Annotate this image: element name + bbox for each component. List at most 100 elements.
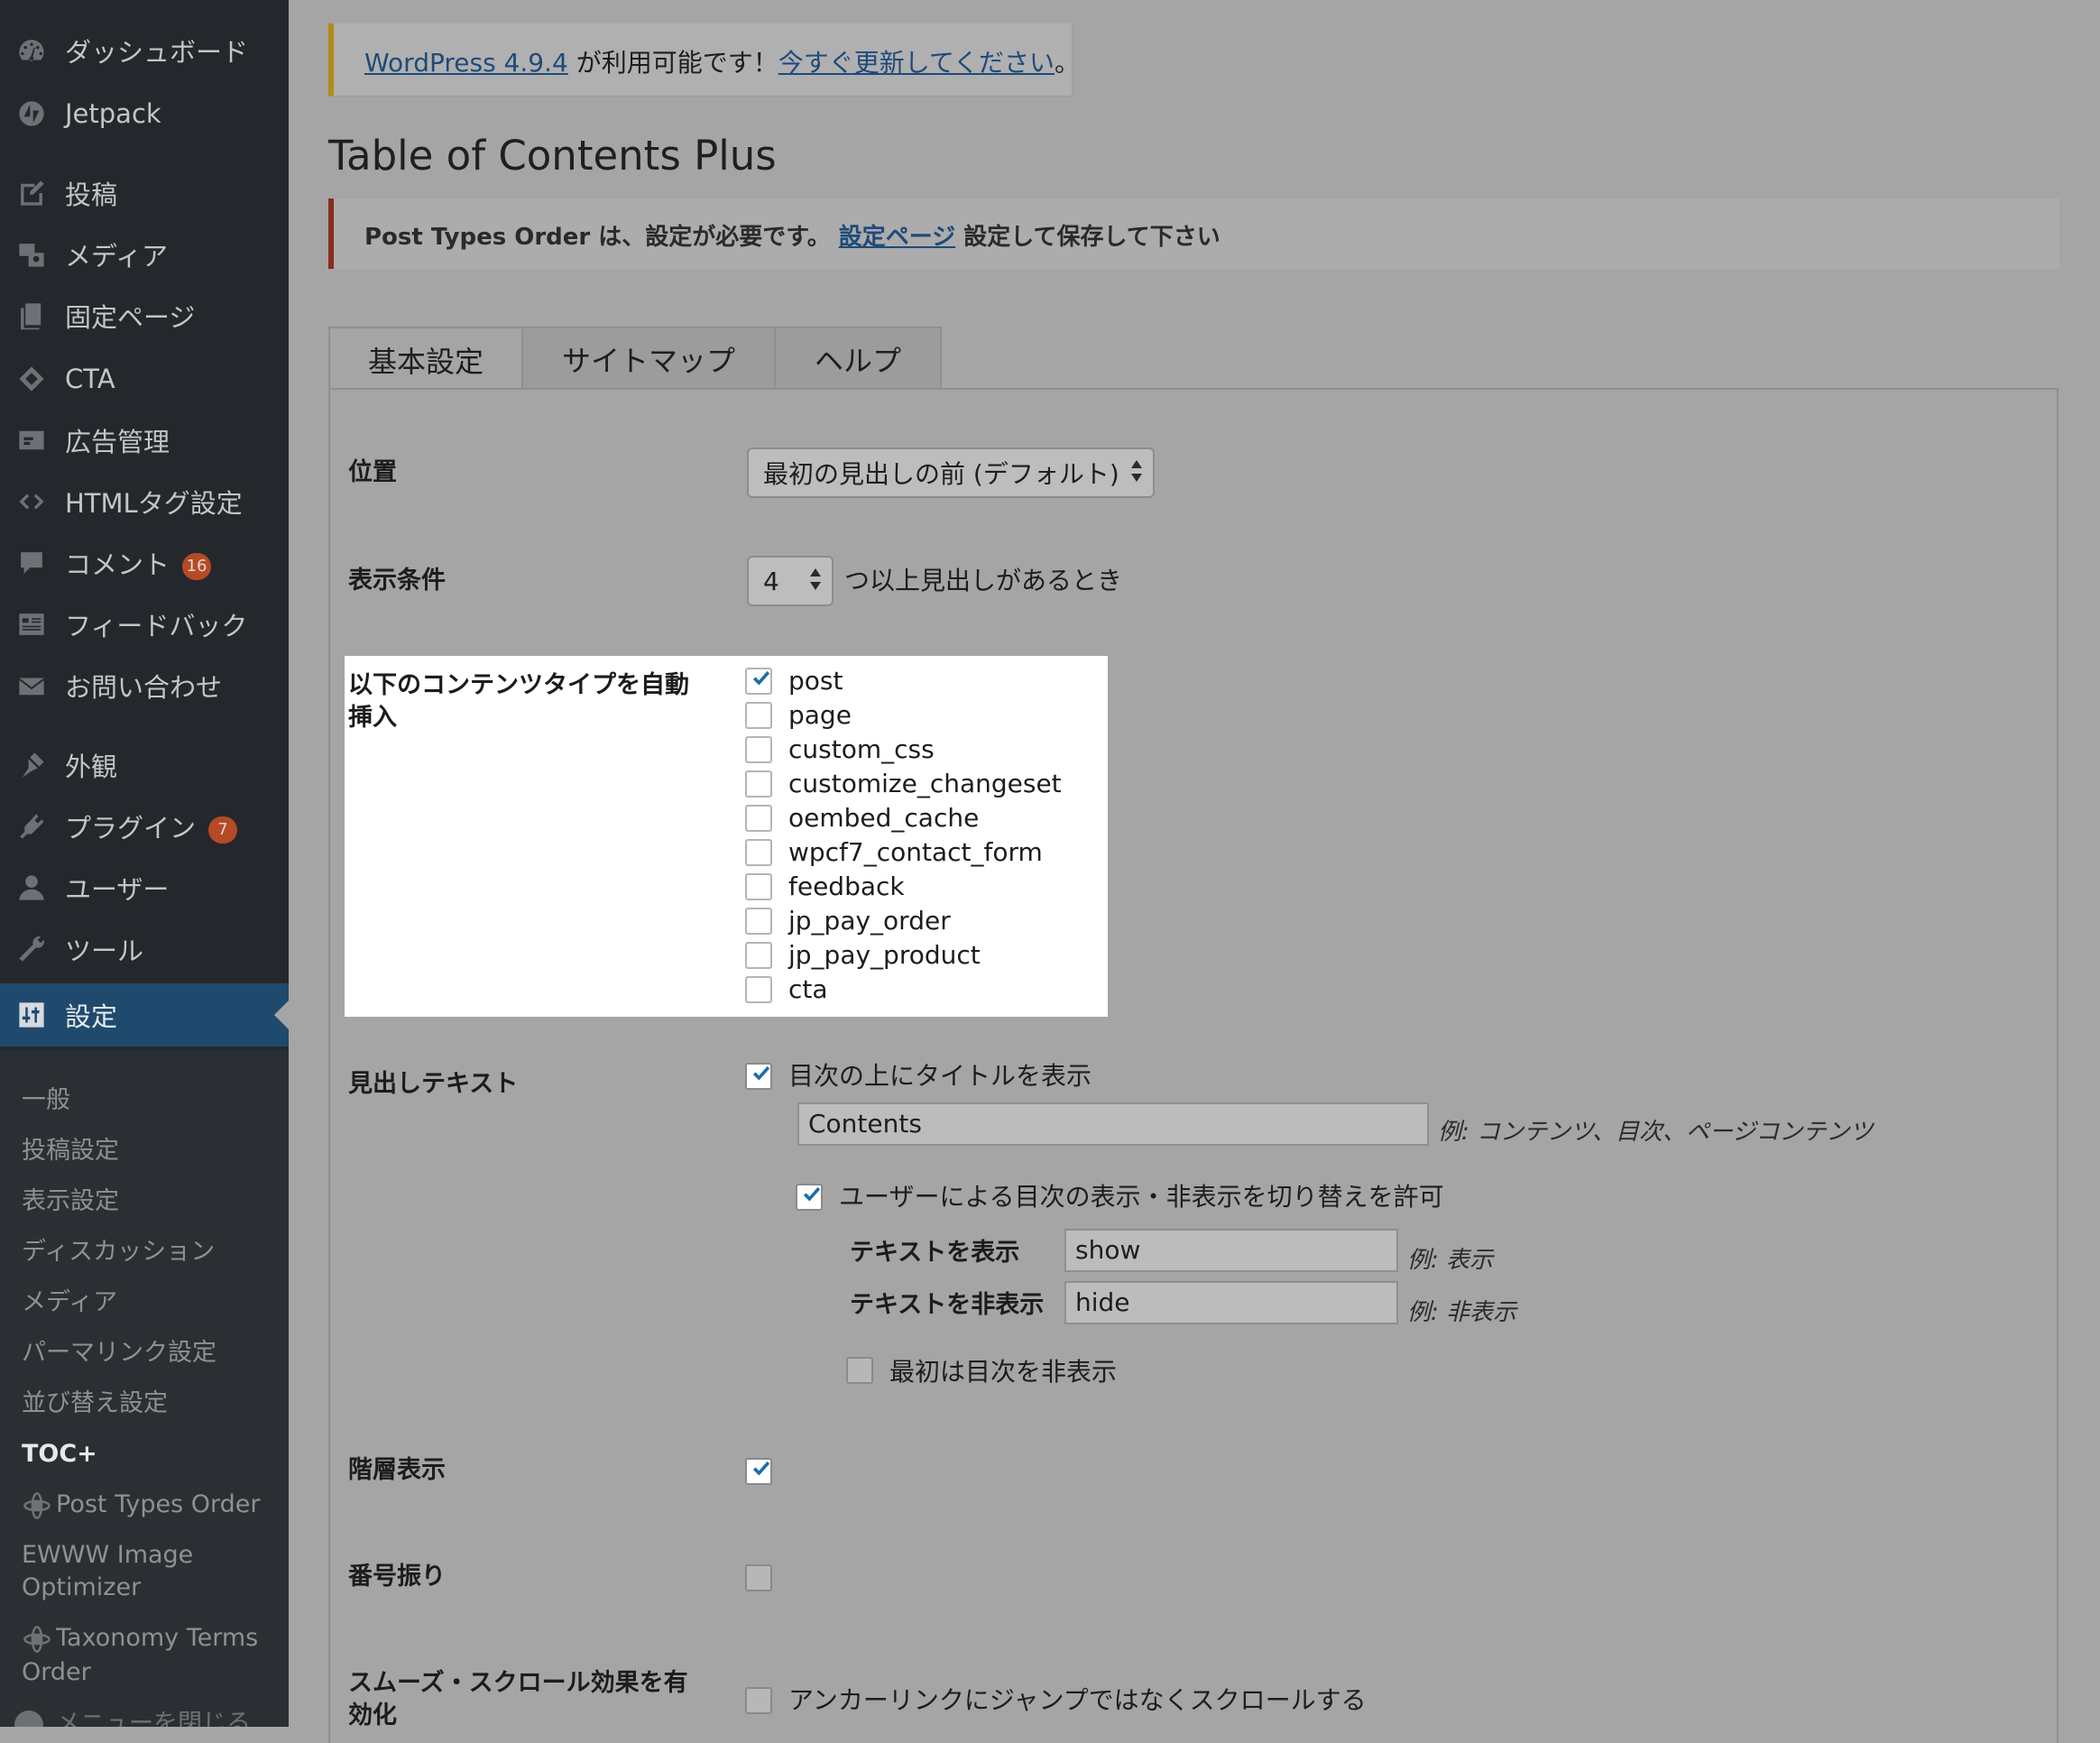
initially-hidden-checkbox[interactable]	[846, 1357, 873, 1384]
toc-title-input[interactable]: Contents	[797, 1102, 1429, 1146]
submenu-taxonomy-line2[interactable]: Order	[22, 1656, 91, 1689]
numbering-label: 番号振り	[348, 1563, 446, 1591]
sidebar-item-settings[interactable]: 設定	[0, 983, 289, 1047]
page-title: Table of Contents Plus	[328, 132, 777, 180]
content-type-checkbox-feedback[interactable]	[745, 873, 772, 900]
heading-count-select[interactable]: 4	[747, 556, 834, 606]
sidebar-item-dashboard[interactable]: ダッシュボード	[0, 22, 289, 79]
content-type-checkbox-post[interactable]	[745, 668, 772, 695]
show-title-label: 目次の上にタイトルを表示	[788, 1061, 1092, 1091]
dashboard-icon	[14, 34, 49, 67]
hide-text-input[interactable]: hide	[1064, 1281, 1398, 1324]
sidebar-item-jetpack[interactable]: Jetpack	[0, 85, 289, 143]
tab-basic-settings[interactable]: 基本設定	[328, 327, 523, 392]
pages-icon	[14, 300, 49, 332]
checkmark-icon	[750, 668, 770, 693]
content-type-checkbox-wpcf7_contact_form[interactable]	[745, 839, 772, 866]
update-now-link[interactable]: 今すぐ更新してください	[778, 48, 1055, 78]
sidebar-item-plugins[interactable]: プラグイン 7	[0, 798, 289, 855]
submenu-reading[interactable]: 表示設定	[22, 1185, 119, 1218]
initially-hidden-label: 最初は目次を非表示	[889, 1357, 1118, 1387]
show-title-checkbox[interactable]	[745, 1063, 772, 1090]
sidebar-item-media[interactable]: メディア	[0, 226, 289, 283]
content-type-checkbox-custom_css[interactable]	[745, 736, 772, 763]
appearance-icon	[14, 749, 49, 781]
show-when-suffix: つ以上見出しがあるとき	[844, 566, 1123, 595]
sidebar-item-ads[interactable]: 広告管理	[0, 411, 289, 469]
sidebar-item-appearance[interactable]: 外観	[0, 736, 289, 794]
plugin-icon	[14, 810, 49, 843]
settings-page-link[interactable]: 設定ページ	[839, 224, 955, 251]
sidebar-item-pages[interactable]: 固定ページ	[0, 287, 289, 345]
submenu-taxonomy-terms-order[interactable]: Taxonomy Terms	[22, 1622, 258, 1655]
collapse-icon	[14, 1710, 43, 1727]
content-type-label: custom_css	[788, 734, 935, 764]
content-type-checkbox-customize_changeset[interactable]	[745, 770, 772, 798]
heading-text-label: 見出しテキスト	[348, 1070, 519, 1098]
sidebar-item-contact[interactable]: お問い合わせ	[0, 657, 289, 715]
auto-insert-highlight	[345, 656, 1108, 1017]
notice-text-2: 設定して保存して下さい	[955, 224, 1220, 251]
submenu-writing[interactable]: 投稿設定	[22, 1135, 119, 1167]
hierarchy-checkbox[interactable]	[745, 1458, 772, 1485]
update-notice-text: が利用可能です！	[567, 48, 778, 78]
main-content: WordPress 4.9.4 が利用可能です！今すぐ更新してください。 Tab…	[289, 0, 2100, 1743]
content-type-label: oembed_cache	[788, 803, 980, 833]
plugins-update-badge: 7	[208, 816, 238, 844]
tab-sitemap[interactable]: サイトマップ	[521, 327, 776, 390]
submenu-toc-plus[interactable]: TOC+	[22, 1438, 97, 1471]
sidebar-item-tools[interactable]: ツール	[0, 920, 289, 978]
cta-icon	[14, 363, 49, 395]
position-select[interactable]: 最初の見出しの前 (デフォルト)	[747, 447, 1155, 498]
active-menu-arrow	[274, 1001, 289, 1029]
content-type-checkbox-cta[interactable]	[745, 976, 772, 1003]
settings-panel	[328, 388, 2059, 1743]
tab-help[interactable]: ヘルプ	[774, 327, 942, 390]
update-notice-end: 。	[1055, 48, 1081, 78]
submenu-post-types-order[interactable]: Post Types Order	[22, 1489, 260, 1521]
collapse-menu-button[interactable]: メニューを閉じる	[14, 1703, 251, 1727]
submenu-permalinks[interactable]: パーマリンク設定	[22, 1337, 216, 1370]
show-text-label: テキストを表示	[850, 1239, 1020, 1267]
settings-icon	[14, 999, 49, 1031]
user-icon	[14, 872, 49, 904]
comments-label: コメント	[65, 549, 170, 580]
notice-text-1: Post Types Order は、設定が必要です。	[364, 224, 839, 251]
content-type-checkbox-jp_pay_order[interactable]	[745, 908, 772, 935]
content-type-label: customize_changeset	[788, 769, 1062, 798]
plugin-gear-icon	[22, 1490, 52, 1521]
checkmark-icon	[750, 1458, 770, 1483]
smooth-scroll-label-line1: スムーズ・スクロール効果を有	[348, 1669, 688, 1697]
sidebar-item-cta[interactable]: CTA	[0, 350, 289, 408]
post-edit-icon	[14, 177, 49, 209]
sidebar-item-html-tags[interactable]: HTMLタグ設定	[0, 473, 289, 530]
content-type-label: jp_pay_order	[788, 906, 951, 936]
content-type-checkbox-oembed_cache[interactable]	[745, 805, 772, 832]
sidebar-item-users[interactable]: ユーザー	[0, 859, 289, 917]
smooth-scroll-label-line2: 効化	[348, 1702, 397, 1729]
numbering-checkbox[interactable]	[745, 1564, 772, 1591]
show-text-input[interactable]: show	[1064, 1229, 1398, 1272]
sidebar-item-feedback[interactable]: フィードバック	[0, 595, 289, 653]
submenu-ewww-line2[interactable]: Optimizer	[22, 1572, 141, 1604]
wordpress-version-link[interactable]: WordPress 4.9.4	[364, 48, 568, 78]
submenu-general[interactable]: 一般	[22, 1084, 70, 1117]
admin-sidebar: ダッシュボード Jetpack 投稿 メディア 固定ページ CTA 広告管理 H…	[0, 0, 289, 1727]
content-type-checkbox-jp_pay_product[interactable]	[745, 942, 772, 969]
feedback-icon	[14, 608, 49, 641]
submenu-post-types-order-label: Post Types Order	[56, 1490, 261, 1518]
submenu-ewww-line1[interactable]: EWWW Image	[22, 1539, 193, 1572]
submenu-sort-settings[interactable]: 並び替え設定	[22, 1388, 168, 1420]
select-arrows-icon	[1131, 460, 1142, 485]
allow-toggle-checkbox[interactable]	[796, 1184, 823, 1211]
media-icon	[14, 238, 49, 271]
submenu-media[interactable]: メディア	[22, 1286, 117, 1319]
content-type-checkbox-page[interactable]	[745, 702, 772, 729]
submenu-discussion[interactable]: ディスカッション	[22, 1236, 215, 1268]
allow-toggle-label: ユーザーによる目次の表示・非表示を切り替えを許可	[839, 1182, 1444, 1212]
sidebar-item-posts[interactable]: 投稿	[0, 164, 289, 222]
hierarchy-label: 階層表示	[348, 1456, 446, 1484]
select-arrows-icon	[810, 568, 821, 594]
sidebar-item-comments[interactable]: コメント 16	[0, 534, 289, 592]
smooth-scroll-checkbox[interactable]	[745, 1687, 772, 1714]
